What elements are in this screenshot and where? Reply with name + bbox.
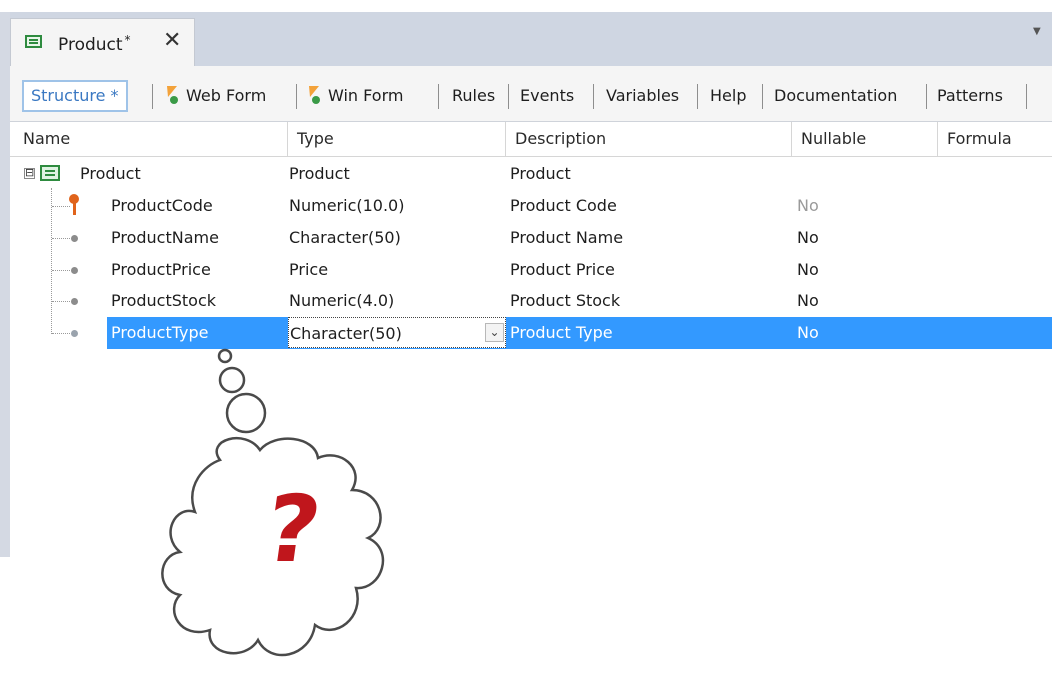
- column-header-description[interactable]: Description: [506, 122, 792, 156]
- tab-win-form[interactable]: Win Form: [304, 80, 403, 112]
- tab-separator: [697, 84, 698, 109]
- table-row[interactable]: ProductName Character(50) Product Name N…: [10, 222, 1052, 254]
- attribute-name: ProductName: [111, 228, 219, 247]
- attribute-name: ProductPrice: [111, 260, 211, 279]
- tab-separator: [926, 84, 927, 109]
- attribute-description: Product Type: [510, 323, 613, 342]
- table-row-root[interactable]: Product Product Product: [10, 158, 1052, 190]
- tab-variables[interactable]: Variables: [606, 80, 679, 112]
- thought-cloud: ?: [150, 340, 430, 679]
- attribute-type: Price: [289, 260, 329, 279]
- attribute-description: Product Stock: [510, 291, 621, 310]
- tab-overflow-icon[interactable]: ▼: [1033, 26, 1041, 37]
- tab-separator: [296, 84, 297, 109]
- attribute-bullet-icon: [71, 330, 78, 337]
- document-tab-product[interactable]: Product * ✕: [10, 18, 195, 67]
- column-header-formula[interactable]: Formula: [938, 122, 1052, 156]
- close-icon[interactable]: ✕: [163, 29, 181, 53]
- root-name: Product: [80, 164, 141, 183]
- attribute-nullable[interactable]: No: [797, 285, 819, 317]
- tab-patterns[interactable]: Patterns: [937, 80, 1003, 112]
- left-frame: [0, 12, 10, 557]
- chevron-down-icon[interactable]: ⌄: [485, 323, 504, 342]
- column-header-nullable[interactable]: Nullable: [792, 122, 938, 156]
- column-header-type[interactable]: Type: [288, 122, 506, 156]
- tab-structure[interactable]: Structure *: [22, 80, 128, 112]
- thought-bubble-small: [217, 348, 233, 364]
- primary-key-icon: [68, 194, 80, 216]
- attribute-nullable[interactable]: No: [797, 190, 819, 222]
- document-tab-title: Product *: [58, 33, 131, 55]
- tab-separator: [508, 84, 509, 109]
- attribute-type: Character(50): [289, 228, 401, 247]
- attribute-name: ProductStock: [111, 291, 217, 310]
- thought-bubble-large: [225, 392, 267, 434]
- tab-separator: [1026, 84, 1027, 109]
- transaction-icon: [25, 35, 42, 48]
- column-header-name[interactable]: Name: [14, 122, 288, 156]
- top-strip: [0, 0, 1052, 12]
- collapse-icon[interactable]: ⊟: [24, 167, 35, 179]
- attribute-name: ProductCode: [111, 196, 213, 215]
- thought-bubble-medium: [218, 366, 246, 394]
- tab-separator: [593, 84, 594, 109]
- attribute-type: Numeric(10.0): [289, 196, 405, 215]
- attribute-nullable[interactable]: No: [797, 254, 819, 286]
- tab-events[interactable]: Events: [520, 80, 574, 112]
- tab-web-form[interactable]: Web Form: [162, 80, 266, 112]
- attribute-description: Product Name: [510, 228, 624, 247]
- tab-separator: [438, 84, 439, 109]
- transaction-icon: [40, 165, 60, 181]
- root-type: Product: [289, 164, 350, 183]
- webform-bolt-icon: [162, 86, 178, 104]
- attribute-bullet-icon: [71, 298, 78, 305]
- table-row[interactable]: ProductPrice Price Product Price No: [10, 254, 1052, 286]
- attribute-nullable[interactable]: No: [797, 317, 819, 349]
- tab-documentation[interactable]: Documentation: [774, 80, 897, 112]
- table-row[interactable]: ProductCode Numeric(10.0) Product Code N…: [10, 190, 1052, 222]
- attribute-description: Product Code: [510, 196, 617, 215]
- table-row[interactable]: ProductStock Numeric(4.0) Product Stock …: [10, 285, 1052, 317]
- root-description: Product: [510, 164, 571, 183]
- tab-separator: [152, 84, 153, 109]
- tab-separator: [762, 84, 763, 109]
- attribute-bullet-icon: [71, 267, 78, 274]
- attribute-type: Numeric(4.0): [289, 291, 395, 310]
- attribute-bullet-icon: [71, 235, 78, 242]
- tab-help[interactable]: Help: [710, 80, 746, 112]
- attribute-description: Product Price: [510, 260, 615, 279]
- winform-bolt-icon: [304, 86, 320, 104]
- tab-rules[interactable]: Rules: [452, 80, 495, 112]
- attribute-nullable[interactable]: No: [797, 222, 819, 254]
